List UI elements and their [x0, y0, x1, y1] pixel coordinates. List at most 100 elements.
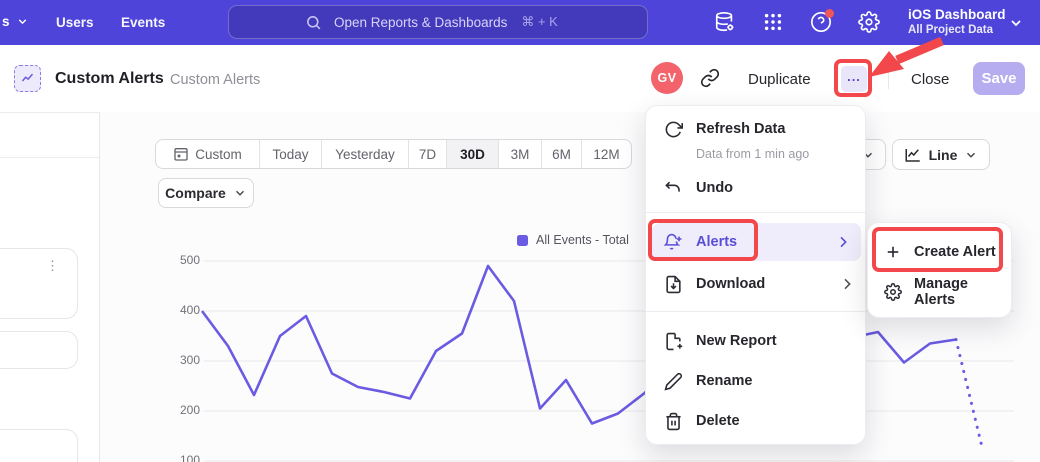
menu-item-label: New Report: [696, 333, 777, 349]
nav-partial-label: s: [2, 14, 10, 29]
chevron-down-icon: [1008, 15, 1024, 31]
divider: [888, 67, 889, 89]
menu-item-label: Alerts: [696, 234, 737, 250]
range-12m[interactable]: 12M: [581, 140, 631, 168]
menu-item-label: Delete: [696, 413, 740, 429]
search-icon: [305, 14, 322, 31]
top-navigation-bar: s Users Events Open Reports & Dashboards…: [0, 0, 1040, 45]
search-shortcut: ⌘ + K: [521, 14, 558, 30]
apps-grid-icon[interactable]: [762, 11, 784, 33]
line-chart-icon: [904, 146, 922, 164]
menu-item-label: Undo: [696, 180, 733, 196]
help-icon[interactable]: [810, 11, 832, 33]
sidebar-divider: [0, 157, 99, 158]
submenu-item-label: Manage Alerts: [914, 276, 1011, 308]
menu-item-download[interactable]: Download: [646, 265, 865, 303]
gear-icon: [884, 283, 902, 301]
range-label: 12M: [593, 147, 619, 162]
chevron-right-icon: [835, 234, 851, 250]
sidebar-report-card[interactable]: [0, 429, 78, 462]
menu-item-refresh-data[interactable]: Refresh Data Data from 1 min ago: [646, 114, 865, 144]
settings-gear-icon[interactable]: [858, 11, 880, 33]
duplicate-button[interactable]: Duplicate: [748, 71, 811, 88]
range-3m[interactable]: 3M: [498, 140, 541, 168]
legend-swatch: [517, 235, 528, 246]
save-button[interactable]: Save: [973, 62, 1025, 95]
close-button[interactable]: Close: [911, 71, 949, 88]
range-label: 30D: [460, 147, 485, 162]
notification-badge: [825, 9, 834, 18]
delete-trash-icon: [664, 412, 683, 431]
breadcrumb: Custom Alerts: [170, 72, 260, 88]
nav-item-partial[interactable]: s: [2, 14, 29, 29]
undo-icon: [664, 179, 683, 198]
range-7d[interactable]: 7D: [408, 140, 446, 168]
y-axis-tick: 100: [166, 453, 200, 462]
menu-item-label: Download: [696, 276, 765, 292]
report-header: Custom Alerts Custom Alerts GV Duplicate…: [0, 45, 1040, 112]
range-yesterday[interactable]: Yesterday: [321, 140, 408, 168]
range-label: Yesterday: [335, 147, 395, 162]
mini-line-chart-icon: [20, 71, 35, 86]
submenu-item-label: Create Alert: [914, 244, 996, 260]
plus-icon: [884, 243, 902, 261]
copy-link-icon[interactable]: [700, 68, 720, 88]
chart-type-label: Line: [929, 147, 958, 163]
submenu-item-create-alert[interactable]: Create Alert: [868, 233, 1011, 271]
sidebar-report-card[interactable]: ⋮: [0, 248, 78, 319]
range-custom[interactable]: Custom: [156, 140, 259, 168]
avatar[interactable]: GV: [651, 62, 683, 94]
chart-type-dropdown[interactable]: Line: [892, 139, 990, 170]
sidebar: ⋮: [0, 112, 100, 462]
menu-item-rename[interactable]: Rename: [646, 362, 865, 400]
menu-item-undo[interactable]: Undo ⌘ Z: [646, 172, 865, 204]
menu-item-alerts[interactable]: Alerts: [652, 223, 861, 261]
more-options-button[interactable]: ...: [841, 66, 867, 92]
refresh-icon: [664, 120, 683, 139]
page-title: Custom Alerts: [55, 70, 164, 88]
kebab-menu-icon[interactable]: ⋮: [46, 263, 59, 268]
menu-item-label: Refresh Data: [696, 121, 785, 137]
y-axis-tick: 500: [166, 253, 200, 267]
report-type-icon: [14, 65, 41, 92]
menu-item-delete[interactable]: Delete: [646, 402, 865, 440]
range-30d-selected[interactable]: 30D: [446, 140, 498, 168]
nav-item-users[interactable]: Users: [56, 0, 94, 45]
alerts-submenu: Create Alert Manage Alerts: [867, 222, 1012, 318]
submenu-item-manage-alerts[interactable]: Manage Alerts: [868, 273, 1011, 311]
search-input[interactable]: Open Reports & Dashboards ⌘ + K: [228, 5, 648, 39]
menu-item-label: Rename: [696, 373, 752, 389]
chevron-down-icon: [964, 148, 978, 162]
data-management-icon[interactable]: [714, 11, 736, 33]
range-label: 6M: [552, 147, 571, 162]
compare-button[interactable]: Compare: [158, 178, 254, 208]
menu-divider: [646, 212, 865, 213]
project-name: iOS Dashboard: [908, 6, 1006, 23]
app-window: 500 400 300 200 100 All Events - Total ⋮…: [0, 0, 1040, 462]
refresh-subtitle: Data from 1 min ago: [696, 147, 809, 161]
chevron-down-icon: [233, 186, 247, 200]
project-switcher[interactable]: iOS Dashboard All Project Data: [908, 6, 1006, 38]
y-axis-tick: 200: [166, 403, 200, 417]
sidebar-report-card[interactable]: [0, 331, 78, 369]
range-label: Custom: [195, 147, 242, 162]
alerts-bell-icon: [664, 233, 683, 252]
range-label: 3M: [511, 147, 530, 162]
compare-label: Compare: [165, 185, 226, 201]
chevron-down-icon: [16, 15, 29, 28]
chevron-right-icon: [839, 276, 855, 292]
chart-legend[interactable]: All Events - Total: [517, 233, 629, 247]
range-today[interactable]: Today: [259, 140, 321, 168]
y-axis-tick: 300: [166, 353, 200, 367]
nav-item-events[interactable]: Events: [121, 0, 165, 45]
more-options-menu: Refresh Data Data from 1 min ago Undo ⌘ …: [645, 105, 866, 445]
search-placeholder: Open Reports & Dashboards: [334, 15, 507, 30]
menu-item-new-report[interactable]: New Report: [646, 322, 865, 360]
range-6m[interactable]: 6M: [541, 140, 581, 168]
legend-label: All Events - Total: [536, 233, 629, 247]
date-range-control: Custom Today Yesterday 7D 30D 3M 6M 12M: [155, 139, 632, 169]
project-scope: All Project Data: [908, 23, 1006, 38]
calendar-icon: [173, 146, 189, 162]
new-report-icon: [664, 332, 683, 351]
download-icon: [664, 275, 683, 294]
